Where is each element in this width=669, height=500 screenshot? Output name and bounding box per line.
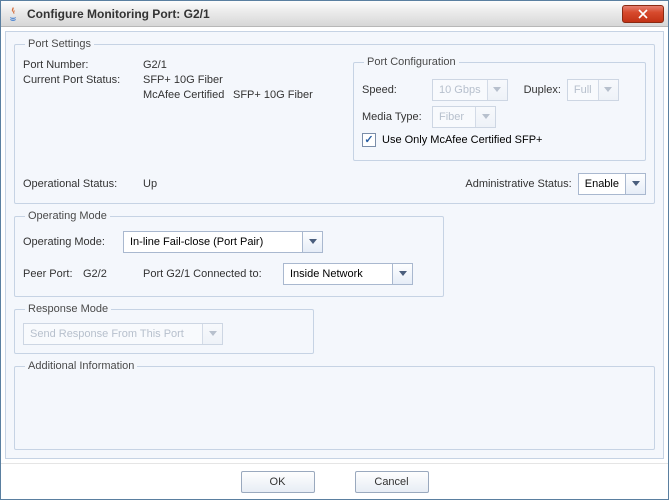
dialog-content: Port Settings Port Number: G2/1 Current … [5,31,664,459]
java-icon [5,6,21,22]
speed-dropdown: 10 Gbps [432,79,508,101]
media-type-dropdown: Fiber [432,106,496,128]
operating-mode-legend: Operating Mode [25,210,110,222]
dialog-window: Configure Monitoring Port: G2/1 Port Set… [0,0,669,500]
cancel-button[interactable]: Cancel [355,471,429,493]
chevron-down-icon [598,80,618,100]
current-port-status-label: Current Port Status: [23,74,143,86]
peer-port-label: Peer Port: [23,268,83,280]
port-settings-legend: Port Settings [25,38,94,50]
close-button[interactable] [622,5,664,23]
operating-mode-value: In-line Fail-close (Port Pair) [124,232,302,252]
additional-information-group: Additional Information [14,360,655,450]
certified-label: McAfee Certified [143,89,233,101]
chevron-down-icon [625,174,645,194]
operating-mode-group: Operating Mode Operating Mode: In-line F… [14,210,444,297]
response-mode-value: Send Response From This Port [24,324,202,344]
titlebar: Configure Monitoring Port: G2/1 [1,1,668,27]
speed-label: Speed: [362,84,432,96]
port-number-value: G2/1 [143,59,167,71]
chevron-down-icon [202,324,222,344]
media-type-value: Fiber [433,107,475,127]
certified-value: SFP+ 10G Fiber [233,89,313,101]
chevron-down-icon [392,264,412,284]
administrative-status-dropdown[interactable]: Enable [578,173,646,195]
additional-information-legend: Additional Information [25,360,137,372]
speed-value: 10 Gbps [433,80,487,100]
port-number-label: Port Number: [23,59,143,71]
current-port-status-value: SFP+ 10G Fiber [143,74,223,86]
port-settings-group: Port Settings Port Number: G2/1 Current … [14,38,655,204]
dialog-footer: OK Cancel [1,463,668,499]
operating-mode-dropdown[interactable]: In-line Fail-close (Port Pair) [123,231,323,253]
operational-status-label: Operational Status: [23,178,143,190]
administrative-status-label: Administrative Status: [465,178,571,190]
use-only-certified-label: Use Only McAfee Certified SFP+ [382,134,542,146]
response-mode-dropdown: Send Response From This Port [23,323,223,345]
check-icon: ✓ [364,135,373,146]
chevron-down-icon [487,80,507,100]
administrative-status-value: Enable [579,174,625,194]
connected-to-value: Inside Network [284,264,392,284]
port-configuration-legend: Port Configuration [364,56,459,68]
chevron-down-icon [475,107,495,127]
response-mode-legend: Response Mode [25,303,111,315]
ok-button[interactable]: OK [241,471,315,493]
duplex-value: Full [568,80,598,100]
operational-status-value: Up [143,178,157,190]
peer-port-value: G2/2 [83,268,143,280]
connected-to-dropdown[interactable]: Inside Network [283,263,413,285]
media-type-label: Media Type: [362,111,432,123]
duplex-label: Duplex: [524,84,561,96]
use-only-certified-checkbox[interactable]: ✓ Use Only McAfee Certified SFP+ [362,133,542,147]
connected-to-label: Port G2/1 Connected to: [143,268,283,280]
duplex-dropdown: Full [567,79,619,101]
window-title: Configure Monitoring Port: G2/1 [27,7,622,21]
response-mode-group: Response Mode Send Response From This Po… [14,303,314,354]
operating-mode-label: Operating Mode: [23,236,123,248]
chevron-down-icon [302,232,322,252]
port-configuration-group: Port Configuration Speed: 10 Gbps Duplex… [353,56,646,161]
